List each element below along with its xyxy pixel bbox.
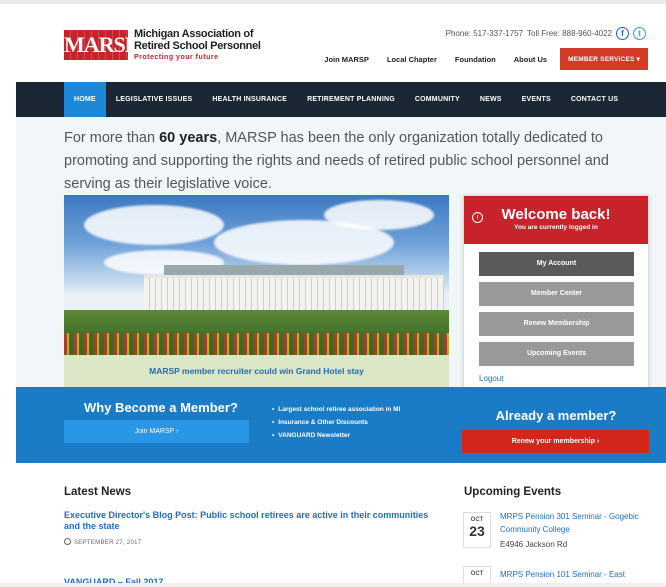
phone-text: Phone: 517-337-1757 xyxy=(445,29,524,38)
benefit-item: VANGUARD Newsletter xyxy=(272,429,400,442)
nav-home[interactable]: HOME xyxy=(64,82,106,117)
join-marsp-button[interactable]: Join MARSP › xyxy=(64,420,249,443)
site-header: MARSP Michigan Association of Retired Sc… xyxy=(0,0,666,82)
member-services-button[interactable]: MEMBER SERVICES ▾ xyxy=(560,48,648,70)
nav-community[interactable]: COMMUNITY xyxy=(405,82,470,117)
logo-line2: Retired School Personnel xyxy=(134,39,261,52)
benefits-list: Largest school retiree association in MI… xyxy=(272,403,400,442)
clock-icon xyxy=(64,538,71,545)
event-title-link[interactable]: MRPS Pension 101 Seminar - East xyxy=(500,568,650,581)
top-link-local-chapter[interactable]: Local Chapter xyxy=(378,55,446,64)
member-center-button[interactable]: Member Center xyxy=(479,282,634,306)
event-month: OCT xyxy=(470,571,484,577)
news-item-link[interactable]: Executive Director's Blog Post: Public s… xyxy=(64,510,444,532)
intro-highlight: 60 years xyxy=(159,130,218,146)
event-title-link[interactable]: MRPS Pension 301 Seminar - Gogebic Commu… xyxy=(500,510,650,536)
top-link-about[interactable]: About Us xyxy=(505,55,556,64)
site-logo[interactable]: MARSP Michigan Association of Retired Sc… xyxy=(64,28,261,62)
tollfree-text: Toll Free: 888-960-4022 xyxy=(527,29,612,38)
event-day: 23 xyxy=(469,523,485,539)
facebook-icon[interactable]: f xyxy=(616,27,629,40)
logo-text: Michigan Association of Retired School P… xyxy=(134,28,261,62)
nav-contact-us[interactable]: CONTACT US xyxy=(561,82,628,117)
logout-link[interactable]: Logout xyxy=(479,374,503,383)
nav-health-insurance[interactable]: HEALTH INSURANCE xyxy=(202,82,297,117)
logo-line1: Michigan Association of xyxy=(134,28,254,40)
logo-tagline: Protecting your future xyxy=(134,54,219,62)
nav-news[interactable]: NEWS xyxy=(470,82,512,117)
nav-retirement-planning[interactable]: RETIREMENT PLANNING xyxy=(297,82,405,117)
hero-caption-link[interactable]: MARSP member recruiter could win Grand H… xyxy=(64,355,449,387)
event-address: E4946 Jackson Rd xyxy=(500,540,568,549)
my-account-button[interactable]: My Account xyxy=(479,252,634,276)
nav-legislative-issues[interactable]: LEGISLATIVE ISSUES xyxy=(106,82,203,117)
intro-text: For more than 60 years, MARSP has been t… xyxy=(64,127,654,196)
already-member-title: Already a member? xyxy=(495,408,617,423)
twitter-icon[interactable]: t xyxy=(633,27,646,40)
upcoming-events-title: Upcoming Events xyxy=(464,486,562,498)
welcome-header: i Welcome back! You are currently logged… xyxy=(464,196,648,244)
renew-membership-cta[interactable]: Renew your membership › xyxy=(462,430,649,453)
latest-news-title: Latest News xyxy=(64,486,132,498)
logo-mark: MARSP xyxy=(64,30,128,61)
top-links: Join MARSP Local Chapter Foundation Abou… xyxy=(315,48,648,70)
benefit-item: Insurance & Other Discounts xyxy=(272,416,400,429)
welcome-panel: i Welcome back! You are currently logged… xyxy=(463,195,649,400)
benefit-item: Largest school retiree association in MI xyxy=(272,403,400,416)
info-icon: i xyxy=(472,212,483,223)
intro-prefix: For more than xyxy=(64,130,160,146)
renew-membership-button[interactable]: Renew Membership xyxy=(479,312,634,336)
main-nav: HOME LEGISLATIVE ISSUES HEALTH INSURANCE… xyxy=(16,82,666,117)
upcoming-events-button[interactable]: Upcoming Events xyxy=(479,342,634,366)
why-member-title: Why Become a Member? xyxy=(84,400,238,415)
contact-info: Phone: 517-337-1757 Toll Free: 888-960-4… xyxy=(446,27,646,40)
news-item-date: SEPTEMBER 27, 2017 xyxy=(64,538,141,546)
event-date-badge: OCT 23 xyxy=(463,512,491,548)
top-link-join[interactable]: Join MARSP xyxy=(315,55,378,64)
page-bottom-divider xyxy=(0,583,666,587)
hero-image-grand-hotel[interactable] xyxy=(64,195,449,355)
top-link-foundation[interactable]: Foundation xyxy=(446,55,505,64)
welcome-title: Welcome back! xyxy=(501,206,611,223)
nav-events[interactable]: EVENTS xyxy=(512,82,561,117)
welcome-subtitle: You are currently logged in xyxy=(514,224,598,231)
news-date-text: SEPTEMBER 27, 2017 xyxy=(74,540,142,546)
